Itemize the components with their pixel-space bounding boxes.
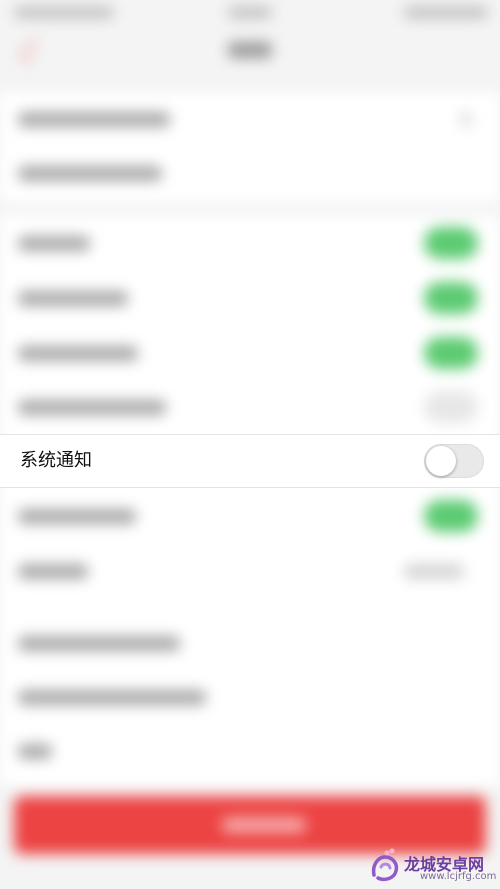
row-text-placeholder xyxy=(18,400,166,415)
settings-group-1 xyxy=(0,92,500,202)
toggle-switch[interactable] xyxy=(424,500,478,532)
lc-logo-icon xyxy=(371,848,399,882)
row-value-placeholder xyxy=(404,564,464,579)
row-text-placeholder xyxy=(18,744,52,759)
toggle-switch[interactable] xyxy=(424,282,478,314)
watermark-url: www.lcjrfg.com xyxy=(420,871,497,882)
settings-group-2 xyxy=(0,216,500,786)
settings-row[interactable] xyxy=(0,670,500,724)
back-arrow-icon[interactable] xyxy=(20,38,47,65)
settings-row[interactable] xyxy=(0,326,500,380)
nav-title-placeholder xyxy=(228,42,272,58)
settings-row[interactable] xyxy=(0,271,500,325)
row-text-placeholder xyxy=(18,636,180,651)
settings-row[interactable] xyxy=(0,216,500,270)
chevron-right-icon xyxy=(462,112,470,126)
settings-row[interactable] xyxy=(0,544,500,598)
row-text-placeholder xyxy=(18,291,128,306)
settings-row[interactable] xyxy=(0,146,500,200)
primary-action-button[interactable] xyxy=(14,796,486,854)
row-text-placeholder xyxy=(18,236,90,251)
row-text-placeholder xyxy=(18,346,138,361)
settings-row[interactable] xyxy=(0,92,500,146)
system-notification-label: 系统通知 xyxy=(20,450,92,471)
system-notification-row[interactable]: 系统通知 xyxy=(0,434,500,488)
row-text-placeholder xyxy=(18,509,136,524)
site-watermark: 龙城安卓网 www.lcjrfg.com xyxy=(368,847,500,889)
row-text-placeholder xyxy=(18,690,206,705)
nav-bar xyxy=(0,28,500,72)
toggle-knob xyxy=(426,446,456,476)
settings-row[interactable] xyxy=(0,489,500,543)
toggle-switch[interactable] xyxy=(424,337,478,369)
status-battery-placeholder xyxy=(404,7,488,18)
settings-row[interactable] xyxy=(0,724,500,778)
row-text-placeholder xyxy=(18,112,170,127)
status-bar xyxy=(0,0,500,28)
row-text-placeholder xyxy=(18,166,162,181)
settings-row[interactable] xyxy=(0,616,500,670)
toggle-switch[interactable] xyxy=(424,227,478,259)
row-text-placeholder xyxy=(18,564,88,579)
settings-row[interactable] xyxy=(0,380,500,434)
status-carrier-placeholder xyxy=(14,7,114,18)
button-text-placeholder xyxy=(222,817,306,833)
toggle-switch[interactable] xyxy=(424,391,478,423)
system-notification-toggle[interactable] xyxy=(424,444,484,478)
status-time-placeholder xyxy=(228,7,272,18)
